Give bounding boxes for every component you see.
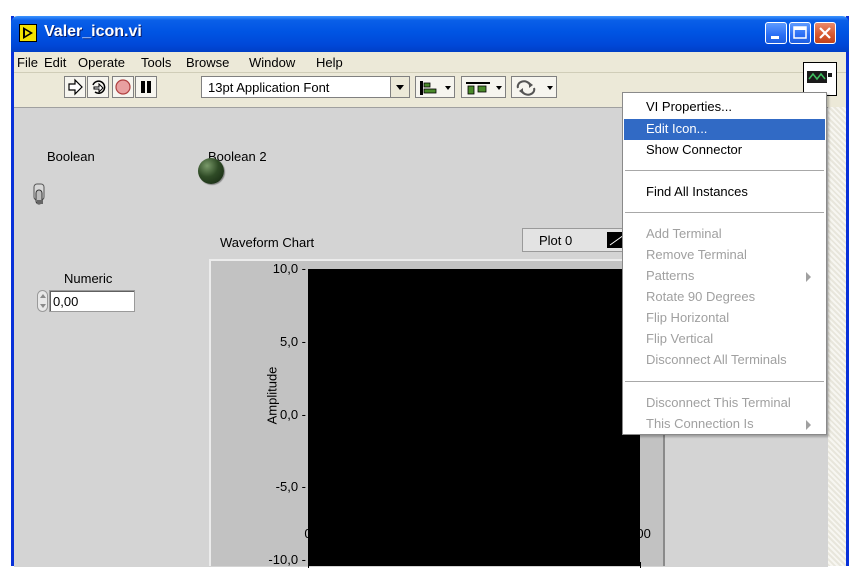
- menu-item-patterns-label: Patterns: [646, 268, 695, 283]
- menu-item-show-connector[interactable]: Show Connector: [624, 140, 825, 161]
- boolean-label: Boolean: [47, 149, 95, 164]
- x-tick-label: 0: [304, 526, 312, 541]
- menu-tools[interactable]: Tools: [141, 55, 171, 70]
- menu-item-remove-terminal[interactable]: Remove Terminal: [624, 245, 825, 266]
- connector-pane-icon: [807, 71, 832, 83]
- menu-help[interactable]: Help: [316, 55, 343, 70]
- menu-item-add-terminal[interactable]: Add Terminal: [624, 224, 825, 245]
- x-tick-mark: [308, 562, 309, 568]
- run-continuously-button[interactable]: [87, 76, 109, 98]
- menu-edit[interactable]: Edit: [44, 55, 66, 70]
- numeric-increment-decrement-icon[interactable]: [37, 290, 48, 312]
- y-tick-label: 5,0 -: [279, 333, 306, 349]
- font-select-value: 13pt Application Font: [208, 80, 330, 95]
- reorder-objects-button[interactable]: [511, 76, 557, 98]
- distribute-icon: [466, 82, 490, 95]
- x-axis-title: Time: [455, 547, 484, 562]
- pause-icon: [141, 81, 151, 93]
- maximize-button[interactable]: [789, 22, 811, 44]
- menu-item-this-connection-is-label: This Connection Is: [646, 416, 754, 431]
- abort-button[interactable]: [112, 76, 134, 98]
- align-objects-button[interactable]: [415, 76, 455, 98]
- align-icon: [420, 81, 437, 95]
- title-bar[interactable]: Valer_icon.vi: [11, 16, 849, 52]
- boolean2-led-indicator[interactable]: [198, 158, 224, 184]
- numeric-input[interactable]: 0,00: [49, 290, 135, 312]
- plot-area[interactable]: [308, 269, 640, 566]
- reorder-icon: [516, 80, 536, 96]
- vi-icon[interactable]: [803, 62, 837, 96]
- menu-item-vi-properties[interactable]: VI Properties...: [624, 97, 825, 118]
- x-tick-mark: [640, 562, 641, 568]
- numeric-value: 0,00: [53, 294, 79, 309]
- menu-window[interactable]: Window: [249, 55, 295, 70]
- submenu-arrow-icon: [806, 272, 811, 282]
- menu-separator: [625, 212, 824, 213]
- abort-icon: [115, 79, 131, 95]
- run-continuously-icon: [92, 80, 106, 94]
- y-tick-label: -5,0 -: [275, 479, 306, 495]
- window-title: Valer_icon.vi: [44, 23, 142, 40]
- menu-item-patterns[interactable]: Patterns: [624, 266, 825, 287]
- menu-item-this-connection-is[interactable]: This Connection Is: [624, 414, 825, 435]
- chart-label: Waveform Chart: [220, 235, 315, 250]
- close-button[interactable]: [814, 22, 836, 44]
- maximize-icon: [793, 26, 807, 39]
- menu-item-edit-icon[interactable]: Edit Icon...: [624, 119, 825, 140]
- labview-app-icon: [19, 24, 37, 42]
- run-arrow-icon: [68, 78, 83, 96]
- distribute-objects-button[interactable]: [461, 76, 506, 98]
- y-tick-label: 10,0 -: [272, 261, 306, 276]
- menu-separator: [625, 381, 824, 382]
- context-menu: VI Properties... Edit Icon... Show Conne…: [622, 92, 827, 435]
- menu-item-rotate-90[interactable]: Rotate 90 Degrees: [624, 287, 825, 308]
- chevron-down-icon[interactable]: [390, 77, 409, 97]
- vertical-scrollbar[interactable]: [828, 107, 846, 566]
- x-tick-label: 100: [629, 526, 651, 541]
- font-select[interactable]: 13pt Application Font: [201, 76, 410, 98]
- menu-item-flip-vertical[interactable]: Flip Vertical: [624, 329, 825, 350]
- minimize-button[interactable]: [765, 22, 787, 44]
- close-icon: [819, 27, 831, 39]
- run-button[interactable]: [64, 76, 86, 98]
- y-tick-label: 0,0 -: [279, 406, 306, 422]
- minimize-icon: [771, 36, 779, 39]
- submenu-arrow-icon: [806, 420, 811, 430]
- legend-plot-name: Plot 0: [539, 233, 573, 248]
- menu-separator: [625, 170, 824, 171]
- menu-operate[interactable]: Operate: [78, 55, 125, 70]
- numeric-label: Numeric: [64, 271, 113, 286]
- menu-item-disconnect-this-terminal[interactable]: Disconnect This Terminal: [624, 393, 825, 414]
- menu-file[interactable]: File: [17, 55, 38, 70]
- pause-button[interactable]: [135, 76, 157, 98]
- menu-item-disconnect-all-terminals[interactable]: Disconnect All Terminals: [624, 350, 825, 371]
- menu-browse[interactable]: Browse: [186, 55, 229, 70]
- menu-item-find-all-instances[interactable]: Find All Instances: [624, 182, 825, 203]
- y-tick-label: -10,0 -: [268, 552, 306, 567]
- menu-bar: File Edit Operate Tools Browse Window He…: [14, 52, 846, 73]
- background-page: [0, 0, 849, 14]
- boolean-toggle-switch[interactable]: [29, 172, 51, 216]
- menu-item-flip-horizontal[interactable]: Flip Horizontal: [624, 308, 825, 329]
